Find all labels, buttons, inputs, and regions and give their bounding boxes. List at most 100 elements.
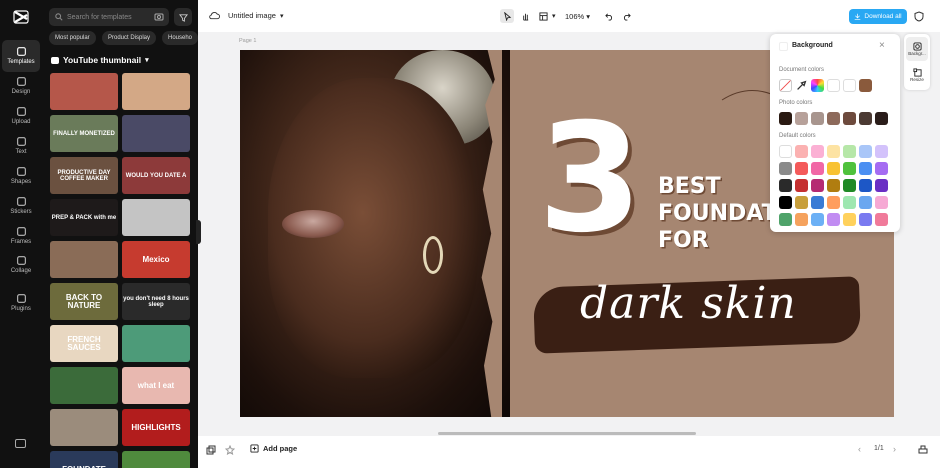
photo-color-swatch[interactable] [843, 112, 856, 125]
template-thumbnail[interactable]: FINALLY MONETIZED [50, 115, 118, 152]
default-color-swatch[interactable] [875, 162, 888, 175]
default-color-swatch[interactable] [875, 196, 888, 209]
template-thumbnail[interactable]: PRODUCTIVE DAY COFFEE MAKER [50, 157, 118, 194]
template-thumbnail[interactable] [50, 73, 118, 110]
template-thumbnail[interactable]: what I eat [122, 367, 190, 404]
horizontal-scrollbar[interactable] [438, 432, 696, 435]
template-search-input[interactable]: Search for templates [49, 8, 169, 26]
close-icon[interactable]: × [879, 40, 885, 51]
nav-item-shapes[interactable]: Shapes [2, 160, 40, 192]
image-search-icon[interactable] [154, 12, 164, 22]
template-thumbnail[interactable]: FOUNDATE [50, 451, 118, 468]
custom-color-swatch[interactable] [811, 79, 824, 92]
default-color-swatch[interactable] [843, 179, 856, 192]
default-color-swatch[interactable] [811, 179, 824, 192]
document-color-swatch[interactable] [843, 79, 856, 92]
template-thumbnail[interactable] [50, 409, 118, 446]
download-all-button[interactable]: Download all [849, 9, 907, 24]
default-color-swatch[interactable] [843, 145, 856, 158]
chip-product-display[interactable]: Product Display [102, 31, 157, 45]
template-thumbnail[interactable]: you don't need 8 hours sleep [122, 283, 190, 320]
photo-color-swatch[interactable] [827, 112, 840, 125]
template-thumbnail[interactable]: BACK TO NATURE [50, 283, 118, 320]
template-thumbnail[interactable] [122, 325, 190, 362]
nav-item-templates[interactable]: Templates [2, 40, 40, 72]
no-color-swatch[interactable] [779, 79, 792, 92]
next-page-icon[interactable]: › [893, 444, 896, 454]
redo-button[interactable] [619, 9, 633, 23]
default-color-swatch[interactable] [811, 213, 824, 226]
default-color-swatch[interactable] [859, 196, 872, 209]
default-color-swatch[interactable] [811, 196, 824, 209]
document-color-swatch[interactable] [859, 79, 872, 92]
default-color-swatch[interactable] [795, 145, 808, 158]
nav-item-frames[interactable]: Frames [2, 220, 40, 252]
filter-button[interactable] [174, 8, 192, 26]
chip-most-popular[interactable]: Most popular [49, 31, 96, 45]
headline-for[interactable]: FOR [658, 228, 709, 253]
default-color-swatch[interactable] [843, 162, 856, 175]
photo-color-swatch[interactable] [811, 112, 824, 125]
default-color-swatch[interactable] [859, 145, 872, 158]
prev-page-icon[interactable]: ‹ [858, 444, 861, 454]
template-thumbnail[interactable] [122, 115, 190, 152]
eyedropper-button[interactable] [795, 79, 808, 92]
default-color-swatch[interactable] [827, 179, 840, 192]
category-dropdown[interactable]: YouTube thumbnail ▾ [51, 55, 149, 65]
default-color-swatch[interactable] [811, 145, 824, 158]
nav-item-upload[interactable]: Upload [2, 100, 40, 132]
nav-item-plugins[interactable]: Plugins [2, 287, 40, 319]
headline-best[interactable]: BEST [658, 174, 721, 199]
default-color-swatch[interactable] [795, 213, 808, 226]
number-three[interactable]: 3 [538, 104, 642, 254]
template-thumbnail[interactable]: HIGHLIGHTS [122, 409, 190, 446]
default-color-swatch[interactable] [827, 213, 840, 226]
star-icon[interactable] [225, 445, 235, 455]
panel-collapse-handle[interactable] [196, 220, 201, 244]
capcut-logo-icon[interactable] [13, 9, 29, 25]
template-thumbnail[interactable] [50, 367, 118, 404]
template-thumbnail[interactable]: WOULD YOU DATE A [122, 157, 190, 194]
template-thumbnail[interactable]: Mexico [122, 241, 190, 278]
photo-color-swatch[interactable] [779, 112, 792, 125]
default-color-swatch[interactable] [779, 162, 792, 175]
chevron-down-icon[interactable]: ▾ [552, 12, 556, 20]
background-tool-button[interactable]: Backgr... [906, 37, 928, 61]
layers-icon[interactable] [206, 445, 216, 455]
default-color-swatch[interactable] [859, 162, 872, 175]
photo-color-swatch[interactable] [795, 112, 808, 125]
template-thumbnail[interactable] [122, 451, 190, 468]
template-thumbnail[interactable] [122, 199, 190, 236]
default-color-swatch[interactable] [827, 196, 840, 209]
default-color-swatch[interactable] [843, 196, 856, 209]
document-color-swatch[interactable] [827, 79, 840, 92]
default-color-swatch[interactable] [827, 145, 840, 158]
photo-color-swatch[interactable] [875, 112, 888, 125]
default-color-swatch[interactable] [859, 179, 872, 192]
nav-item-collage[interactable]: Collage [2, 249, 40, 281]
nav-item-text[interactable]: Text [2, 130, 40, 162]
default-color-swatch[interactable] [859, 213, 872, 226]
nav-item-design[interactable]: Design [2, 70, 40, 102]
headline-foundation[interactable]: FOUNDAT [658, 201, 777, 226]
default-color-swatch[interactable] [875, 213, 888, 226]
script-text[interactable]: dark skin [580, 278, 797, 329]
default-color-swatch[interactable] [779, 145, 792, 158]
template-thumbnail[interactable] [122, 73, 190, 110]
default-color-swatch[interactable] [843, 213, 856, 226]
resize-tool-button[interactable]: Resize [906, 63, 928, 87]
default-color-swatch[interactable] [779, 196, 792, 209]
default-color-swatch[interactable] [811, 162, 824, 175]
hand-tool-button[interactable] [518, 9, 532, 23]
photo-color-swatch[interactable] [859, 112, 872, 125]
document-title[interactable]: Untitled image ▾ [228, 11, 283, 20]
default-color-swatch[interactable] [779, 179, 792, 192]
default-color-swatch[interactable] [779, 213, 792, 226]
default-color-swatch[interactable] [795, 179, 808, 192]
template-thumbnail[interactable] [50, 241, 118, 278]
template-thumbnail[interactable]: FRENCH SAUCES [50, 325, 118, 362]
undo-button[interactable] [602, 9, 616, 23]
chip-household[interactable]: Househo [162, 31, 198, 45]
select-tool-button[interactable] [500, 9, 514, 23]
add-page-button[interactable]: Add page [250, 444, 297, 453]
